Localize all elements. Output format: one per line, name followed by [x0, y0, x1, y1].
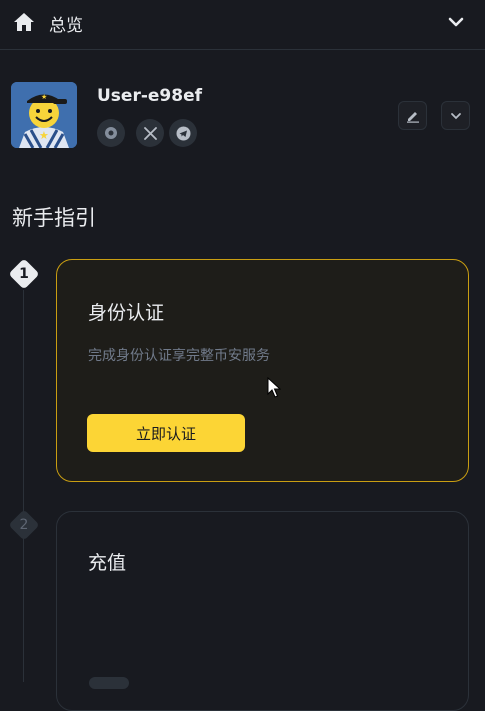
card-description: 完成身份认证享完整币安服务: [88, 348, 270, 364]
expand-profile-button[interactable]: [441, 101, 470, 130]
step-card-deposit: 充值: [56, 511, 469, 711]
home-icon[interactable]: [13, 12, 35, 32]
step-card-identity-verification: 身份认证 完成身份认证享完整币安服务 立即认证: [56, 259, 469, 482]
step-badge-2: 2: [8, 509, 40, 541]
page-title: 总览: [49, 16, 83, 36]
edit-icon: [406, 111, 419, 123]
telegram-icon[interactable]: [169, 119, 197, 147]
card-title: 充值: [88, 552, 127, 574]
chevron-down-icon: [450, 112, 461, 119]
verify-now-button[interactable]: 立即认证: [87, 414, 245, 452]
avatar[interactable]: ★ ★: [11, 82, 77, 148]
edit-profile-button[interactable]: [398, 101, 427, 130]
chevron-down-icon[interactable]: [446, 12, 466, 32]
verified-badge-icon[interactable]: [97, 119, 125, 147]
step-badge-1: 1: [8, 258, 40, 290]
x-twitter-icon[interactable]: [136, 119, 164, 147]
username: User-e98ef: [97, 86, 203, 106]
faded-content: [89, 677, 129, 689]
mouse-cursor-icon: [267, 377, 281, 398]
card-title: 身份认证: [88, 302, 165, 324]
top-bar: 总览: [0, 0, 485, 50]
svg-text:★: ★: [39, 129, 49, 142]
svg-text:★: ★: [41, 93, 47, 101]
section-title-guide: 新手指引: [12, 206, 96, 230]
timeline-line: [23, 290, 24, 682]
